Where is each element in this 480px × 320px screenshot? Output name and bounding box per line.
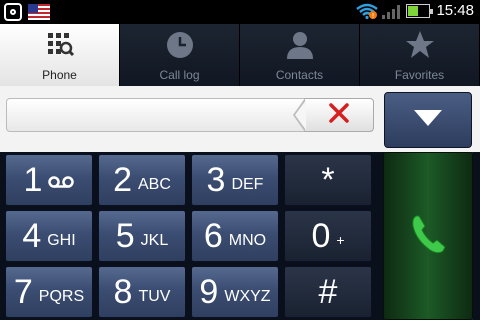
clear-x-icon — [328, 102, 350, 128]
wifi-icon: ! — [356, 3, 379, 19]
key-letters: JKL — [140, 232, 169, 249]
key-digit: 7 — [13, 273, 33, 311]
key-8[interactable]: 8 TUV — [98, 266, 186, 318]
tab-phone[interactable]: Phone — [0, 24, 120, 86]
voicemail-icon — [48, 175, 75, 194]
dialpad-icon — [45, 30, 75, 60]
tab-favorites[interactable]: Favorites — [360, 24, 480, 86]
key-letters: MNO — [228, 232, 267, 249]
triangle-down-icon — [413, 108, 443, 132]
key-hash[interactable]: # — [284, 266, 372, 318]
key-digit: # — [318, 273, 338, 311]
dropdown-button[interactable] — [384, 92, 472, 148]
tab-contacts-label: Contacts — [275, 68, 324, 82]
key-letters: ABC — [138, 176, 171, 193]
tab-bar: Phone Call log Contacts Favorites — [0, 24, 480, 86]
tab-call-log[interactable]: Call log — [120, 24, 240, 86]
key-letters: GHI — [47, 232, 76, 249]
key-3[interactable]: 3 DEF — [191, 154, 279, 206]
clock-icon — [165, 30, 195, 60]
phone-handset-icon — [408, 212, 448, 260]
instagram-icon — [4, 3, 22, 21]
star-icon — [405, 30, 435, 60]
key-letters: + — [336, 232, 345, 248]
key-digit: 6 — [203, 217, 223, 255]
status-bar: ! 15:48 — [0, 0, 480, 24]
us-flag-icon — [28, 4, 50, 20]
key-2[interactable]: 2 ABC — [98, 154, 186, 206]
tab-favorites-label: Favorites — [394, 68, 445, 82]
key-7[interactable]: 7 PQRS — [5, 266, 93, 318]
key-digit: 8 — [113, 273, 133, 311]
number-entry-row — [0, 86, 480, 152]
tab-call-log-label: Call log — [159, 68, 200, 82]
key-letters: DEF — [231, 176, 264, 193]
key-5[interactable]: 5 JKL — [98, 210, 186, 262]
clear-button[interactable] — [293, 98, 374, 132]
key-letters: WXYZ — [224, 288, 271, 305]
key-0[interactable]: 0 + — [284, 210, 372, 262]
key-star[interactable]: * — [284, 154, 372, 206]
key-digit: 3 — [206, 161, 226, 199]
battery-icon — [406, 3, 434, 18]
key-letters: PQRS — [38, 288, 85, 305]
key-digit: 9 — [199, 273, 219, 311]
key-4[interactable]: 4 GHI — [5, 210, 93, 262]
key-1[interactable]: 1 — [5, 154, 93, 206]
phone-number-field[interactable] — [6, 98, 306, 132]
key-digit: 5 — [115, 217, 135, 255]
call-button[interactable] — [383, 152, 473, 320]
key-digit: 2 — [113, 161, 132, 199]
key-9[interactable]: 9 WXYZ — [191, 266, 279, 318]
key-digit: 1 — [23, 161, 43, 199]
svg-text:!: ! — [372, 12, 375, 19]
key-letters: TUV — [138, 288, 171, 305]
dial-keypad: 1 2 ABC 3 DEF * 4 GHI 5 JKL 6 MNO 0 + 7 … — [0, 152, 380, 320]
key-6[interactable]: 6 MNO — [191, 210, 279, 262]
tab-phone-label: Phone — [42, 68, 77, 82]
divider — [473, 152, 480, 320]
tab-contacts[interactable]: Contacts — [240, 24, 360, 86]
key-digit: 4 — [22, 217, 42, 255]
signal-icon — [382, 3, 401, 19]
key-digit: * — [321, 161, 335, 199]
clock-time: 15:48 — [436, 2, 474, 19]
key-digit: 0 — [311, 217, 331, 255]
person-icon — [285, 30, 315, 60]
